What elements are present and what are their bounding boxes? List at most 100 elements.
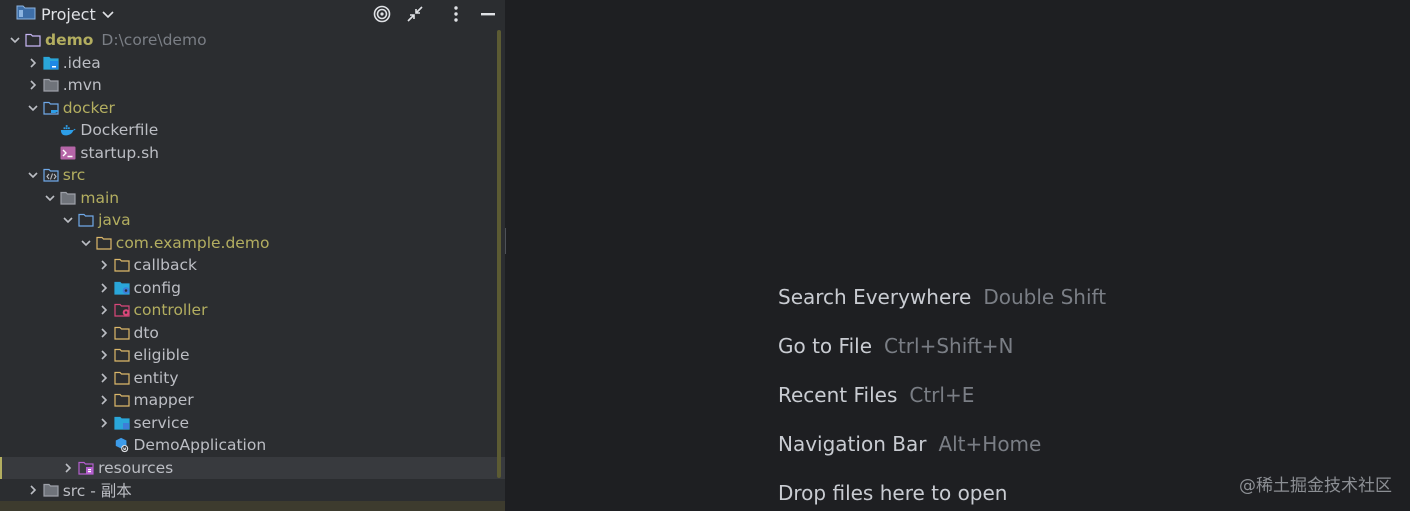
tree-node-label: mapper bbox=[133, 391, 194, 410]
tree-node-label: entity bbox=[133, 368, 179, 387]
package-icon bbox=[96, 235, 112, 251]
chevron-down-icon[interactable] bbox=[8, 33, 22, 47]
tree-node-label: controller bbox=[133, 301, 208, 320]
hide-panel-button[interactable] bbox=[477, 3, 499, 25]
tree-node-label: callback bbox=[133, 256, 197, 275]
tree-scrollbar[interactable] bbox=[497, 30, 501, 478]
select-opened-file-button[interactable] bbox=[371, 3, 393, 25]
tree-node[interactable]: main bbox=[0, 187, 505, 210]
collapse-icon bbox=[406, 5, 424, 23]
tree-node[interactable]: com.example.demo bbox=[0, 232, 505, 255]
project-view-title: Project bbox=[41, 4, 96, 24]
more-vertical-icon bbox=[453, 5, 459, 23]
hint-shortcut: Ctrl+Shift+N bbox=[884, 334, 1014, 358]
tree-node[interactable]: docker bbox=[0, 97, 505, 120]
tree-node-label: main bbox=[80, 188, 120, 207]
tree-node[interactable]: java bbox=[0, 209, 505, 232]
module-folder-icon bbox=[25, 32, 41, 48]
hint-shortcut: Alt+Home bbox=[938, 432, 1042, 456]
next-tree-row-partial bbox=[0, 501, 505, 511]
tree-node-label: java bbox=[98, 211, 131, 230]
tree-node-label: demo bbox=[45, 31, 94, 50]
controller-package-icon bbox=[113, 302, 130, 318]
project-panel-header: Project bbox=[0, 0, 505, 27]
tree-node-label: src - 副本 bbox=[62, 482, 132, 501]
hint-action: Recent Files bbox=[778, 383, 898, 407]
folder-icon bbox=[43, 77, 59, 93]
editor-hint: Go to File Ctrl+Shift+N bbox=[778, 334, 1014, 358]
collapse-all-button[interactable] bbox=[404, 3, 426, 25]
tree-node[interactable]: resources bbox=[0, 456, 505, 479]
idea-folder-icon bbox=[43, 55, 59, 71]
chevron-right-icon[interactable] bbox=[26, 78, 40, 92]
chevron-right-icon[interactable] bbox=[26, 56, 40, 70]
package-icon bbox=[113, 257, 130, 273]
editor-hint: Navigation Bar Alt+Home bbox=[778, 432, 1041, 456]
tree-node-label: DemoApplication bbox=[133, 436, 267, 455]
hint-action: Search Everywhere bbox=[778, 285, 972, 309]
tree-node[interactable]: DemoApplication bbox=[0, 434, 505, 457]
chevron-right-icon[interactable] bbox=[97, 348, 111, 362]
docker-folder-icon bbox=[43, 100, 59, 116]
editor-hint: Drop files here to open bbox=[778, 481, 1007, 505]
chevron-right-icon[interactable] bbox=[97, 371, 111, 385]
tree-node-label: com.example.demo bbox=[115, 233, 270, 252]
package-icon bbox=[113, 347, 130, 363]
tree-node-label: .mvn bbox=[62, 76, 102, 95]
chevron-right-icon[interactable] bbox=[97, 281, 111, 295]
tree-node[interactable]: .mvn bbox=[0, 74, 505, 97]
hint-action: Go to File bbox=[778, 334, 872, 358]
package-icon bbox=[113, 392, 130, 408]
tree-node-label: Dockerfile bbox=[80, 121, 159, 140]
tree-node-label: service bbox=[133, 413, 190, 432]
chevron-right-icon[interactable] bbox=[97, 393, 111, 407]
hint-action: Navigation Bar bbox=[778, 432, 927, 456]
tree-node[interactable]: startup.sh bbox=[0, 142, 505, 165]
chevron-right-icon[interactable] bbox=[61, 461, 75, 475]
package-icon bbox=[113, 325, 130, 341]
resources-folder-icon bbox=[78, 460, 94, 476]
chevron-right-icon[interactable] bbox=[97, 326, 111, 340]
tree-node-label: eligible bbox=[133, 346, 190, 365]
tree-node[interactable]: dto bbox=[0, 322, 505, 345]
docker-icon bbox=[60, 122, 76, 138]
project-tree[interactable]: demo D:\core\demo .idea .mvn docker Dockerfil… bbox=[0, 29, 505, 511]
chevron-down-icon[interactable] bbox=[26, 168, 40, 182]
tree-node[interactable]: config bbox=[0, 277, 505, 300]
tree-node[interactable]: demo D:\core\demo bbox=[0, 29, 505, 52]
watermark-text: @稀土掘金技术社区 bbox=[1239, 476, 1392, 496]
options-button[interactable] bbox=[445, 3, 467, 25]
chevron-right-icon[interactable] bbox=[26, 483, 40, 497]
tree-node[interactable]: eligible bbox=[0, 344, 505, 367]
tree-node[interactable]: .idea bbox=[0, 52, 505, 75]
tree-node[interactable]: callback bbox=[0, 254, 505, 277]
chevron-right-icon[interactable] bbox=[97, 258, 111, 272]
chevron-down-icon[interactable] bbox=[26, 101, 40, 115]
project-tool-window: Project demo D:\core\demo .idea .mvn doc… bbox=[0, 0, 505, 511]
chevron-down-icon[interactable] bbox=[61, 213, 75, 227]
hint-shortcut: Ctrl+E bbox=[909, 383, 975, 407]
tree-node-label: resources bbox=[98, 458, 174, 477]
chevron-right-icon[interactable] bbox=[97, 416, 111, 430]
tree-node[interactable]: controller bbox=[0, 299, 505, 322]
hint-shortcut: Double Shift bbox=[983, 285, 1107, 309]
tree-node-label: config bbox=[133, 278, 181, 297]
chevron-down-icon[interactable] bbox=[79, 236, 93, 250]
tree-node[interactable]: src bbox=[0, 164, 505, 187]
tree-node[interactable]: src - 副本 bbox=[0, 479, 505, 502]
config-package-icon bbox=[113, 280, 130, 296]
tree-node[interactable]: Dockerfile bbox=[0, 119, 505, 142]
tree-node-label: dto bbox=[133, 323, 159, 342]
tree-node[interactable]: service bbox=[0, 412, 505, 435]
minimize-icon bbox=[481, 12, 495, 16]
spring-boot-class-icon bbox=[114, 437, 130, 453]
tree-node[interactable]: mapper bbox=[0, 389, 505, 412]
chevron-right-icon[interactable] bbox=[97, 303, 111, 317]
tree-node[interactable]: entity bbox=[0, 367, 505, 390]
tree-node-label: src bbox=[62, 166, 86, 185]
chevron-down-icon[interactable] bbox=[43, 191, 57, 205]
project-view-selector[interactable]: Project bbox=[16, 3, 115, 25]
